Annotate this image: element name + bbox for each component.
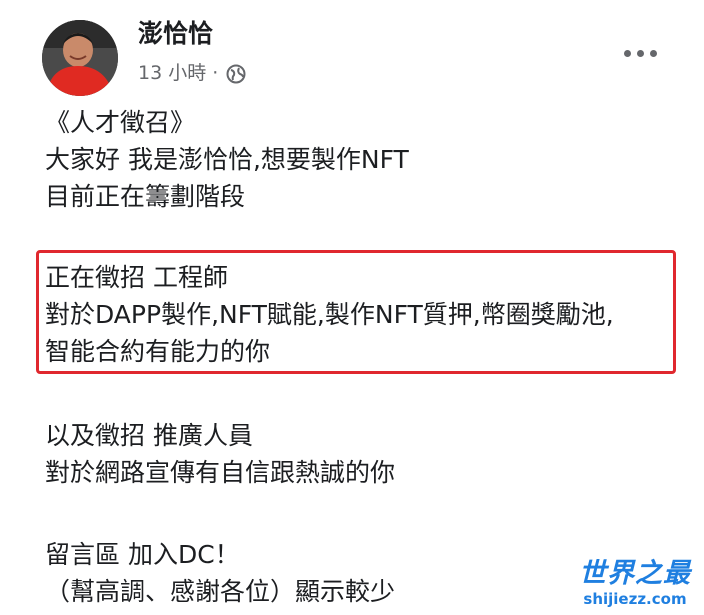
post-meta: 13 小時 · [138,58,246,88]
author-name[interactable]: 澎恰恰 [138,14,213,54]
post-line: 大家好 我是澎恰恰,想要製作NFT [45,145,409,174]
globe-icon [226,63,246,84]
more-horizontal-icon [623,49,631,57]
watermark-url: shijiezz.com [583,590,687,608]
post-line: 《人才徵召》 [45,108,196,137]
timestamp[interactable]: 13 小時 · [138,58,218,88]
highlight-box [36,250,676,374]
post-header: 澎恰恰 13 小時 · [42,14,662,98]
avatar[interactable] [42,20,118,96]
more-options-button[interactable] [618,38,662,68]
watermark: 世界之最 shijiezz.com [570,558,700,612]
watermark-title: 世界之最 [579,558,691,589]
post-line: 目前正在籌劃階段 [45,182,246,211]
post-line: 對於網路宣傳有自信跟熱誠的你 [45,458,396,487]
post-line: 以及徵招 推廣人員 [45,421,253,450]
